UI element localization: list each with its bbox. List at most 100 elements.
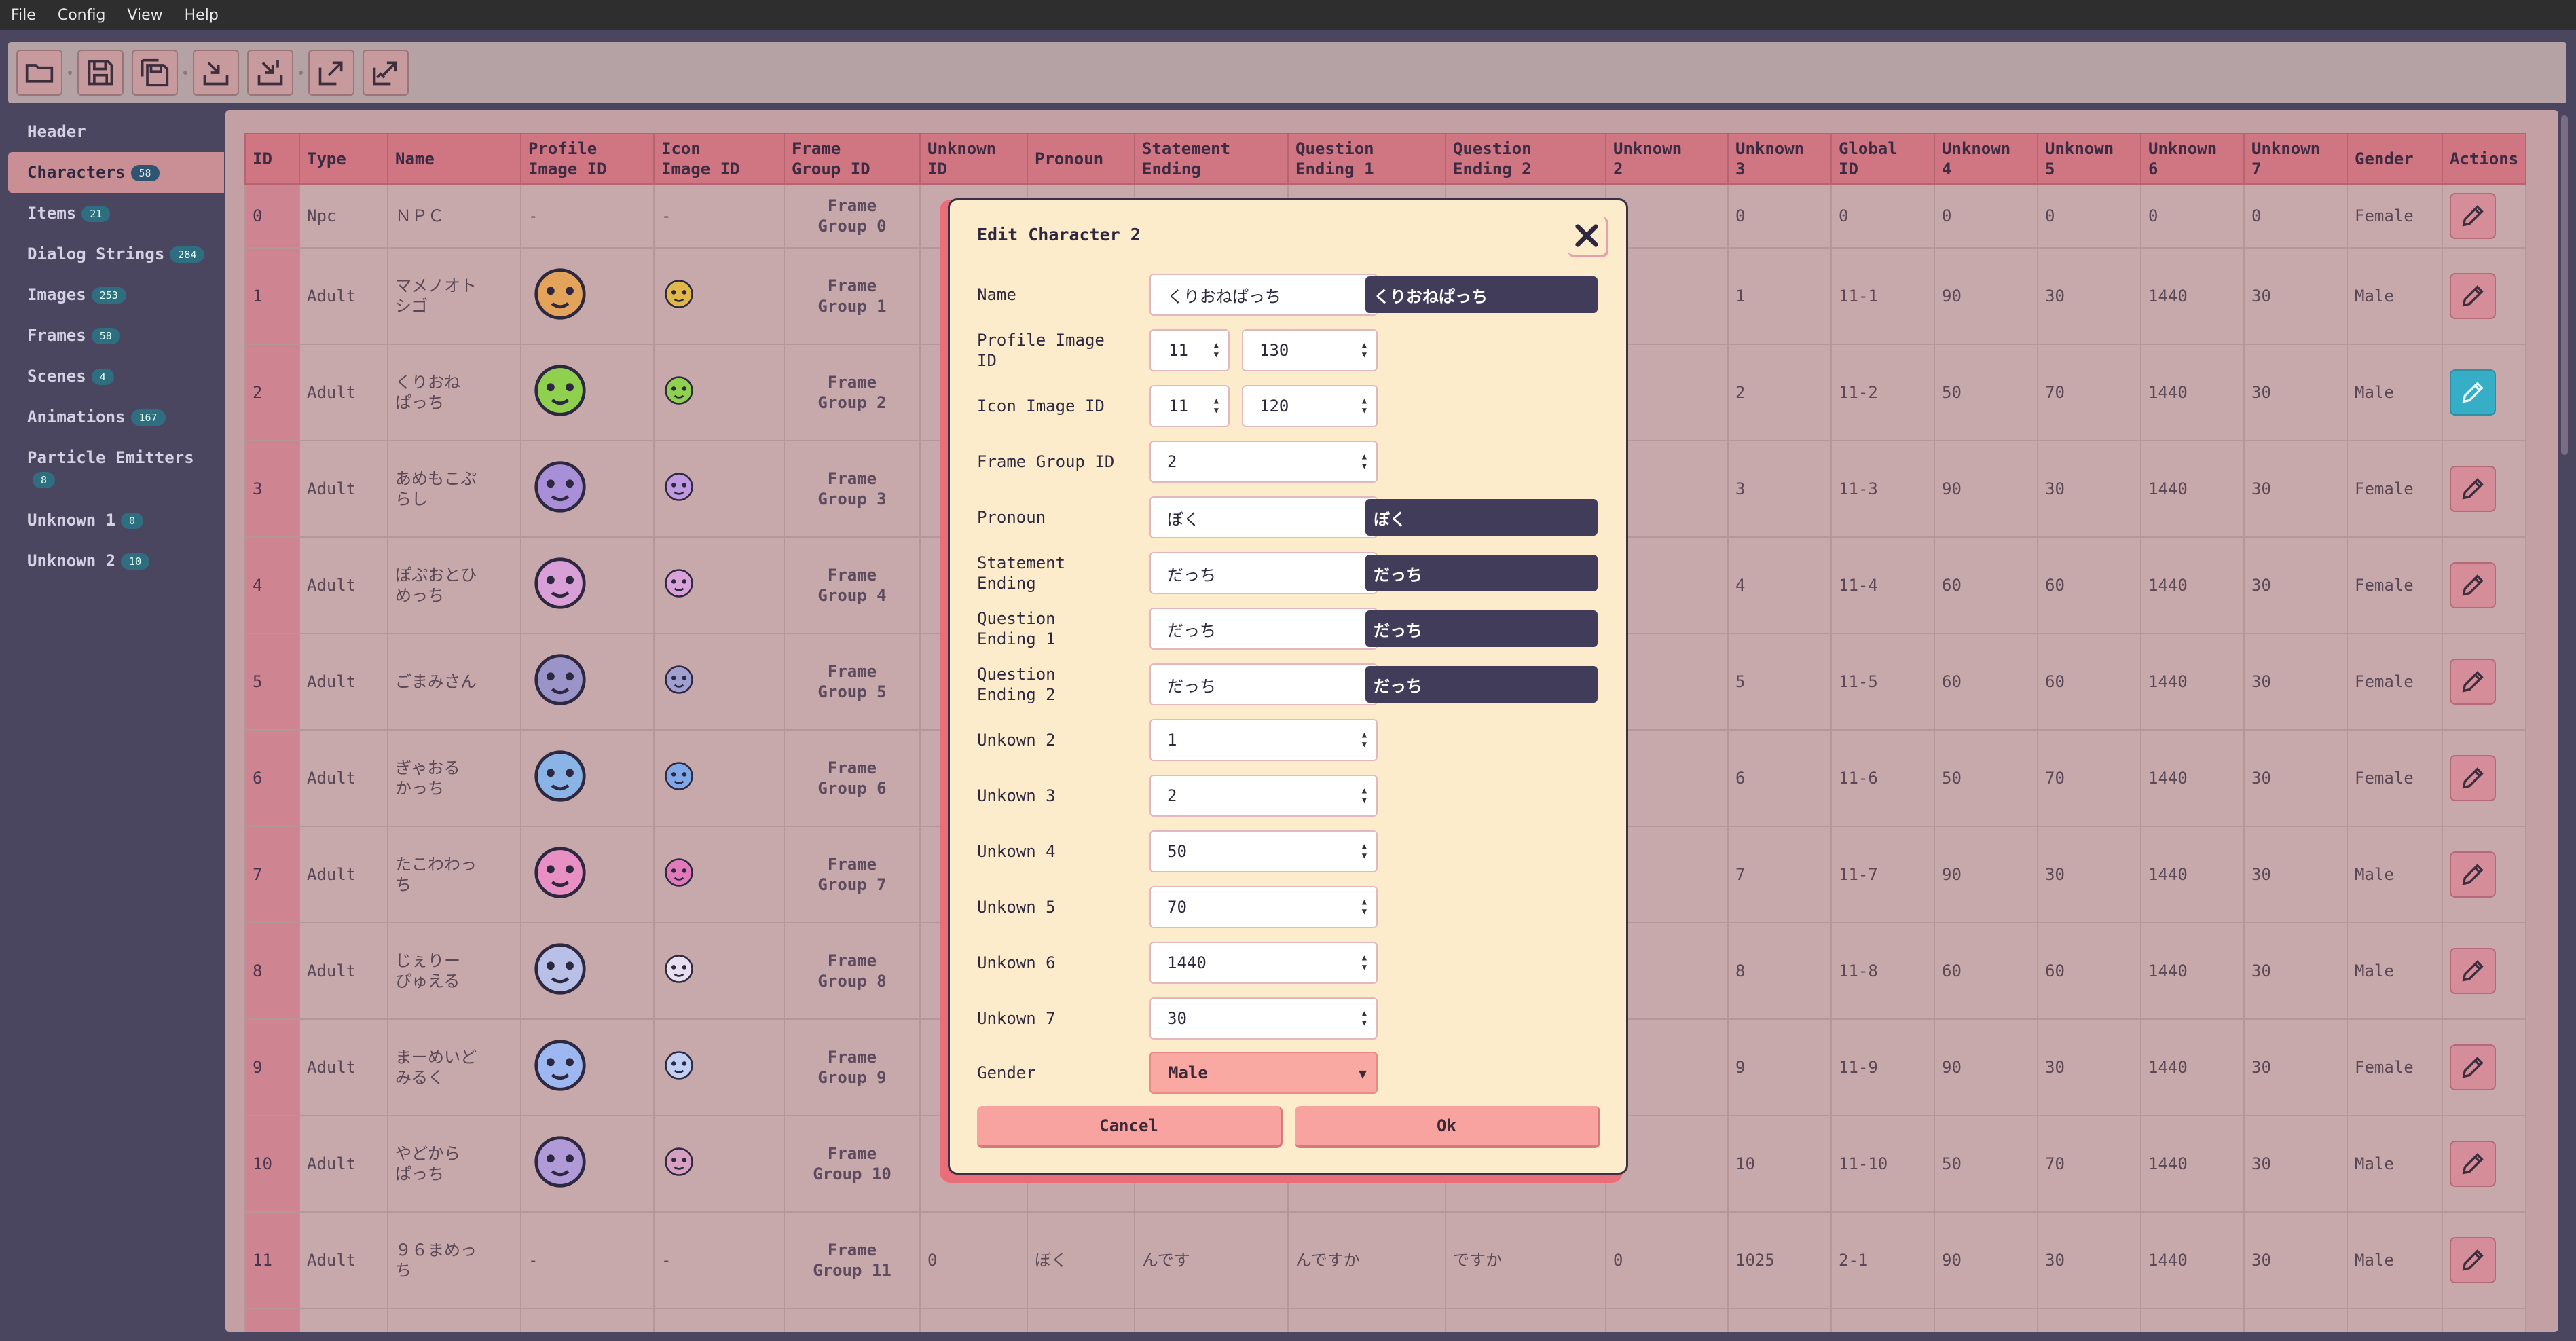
column-header: Unknown 5 — [2037, 133, 2141, 185]
unknown-7-label: Unkown 7 — [977, 1009, 1056, 1028]
unknown-7-stepper[interactable]: 30 ▲ ▼ — [1149, 997, 1378, 1040]
save-as-button[interactable] — [132, 50, 178, 96]
table-cell-profile: - — [520, 1211, 655, 1309]
menu-config[interactable]: Config — [47, 7, 117, 24]
edit-button[interactable] — [2450, 851, 2496, 898]
table-cell-u6: 1440 — [2140, 826, 2245, 923]
edit-button[interactable] — [2450, 562, 2496, 608]
sidebar-item-header[interactable]: Header — [8, 111, 224, 152]
edit-button[interactable] — [2450, 948, 2496, 994]
close-button[interactable] — [1568, 217, 1608, 257]
table-cell-fg: Frame Group 0 — [784, 183, 921, 249]
name-input[interactable]: くりおねぱっち — [1149, 274, 1378, 316]
edit-button[interactable] — [2450, 659, 2496, 705]
edit-button[interactable] — [2450, 466, 2496, 512]
edit-button[interactable] — [2450, 1044, 2496, 1090]
menu-file[interactable]: File — [0, 7, 47, 24]
frame-group-stepper[interactable]: 2 ▲ ▼ — [1149, 441, 1378, 483]
sidebar-item-unknown-1[interactable]: Unknown 1 0 — [8, 500, 224, 540]
spin-arrows-icon[interactable]: ▲ ▼ — [1362, 452, 1367, 471]
unknown-4-stepper[interactable]: 50 ▲ ▼ — [1149, 830, 1378, 872]
sidebar-item-characters[interactable]: Characters 58 — [8, 152, 224, 193]
edit-button[interactable] — [2450, 1141, 2496, 1187]
table-cell-u7: 0 — [2243, 183, 2348, 249]
unknown-4-row: Unkown 4 50 ▲ ▼ — [977, 830, 1608, 872]
unknown-3-row: Unkown 3 2 ▲ ▼ — [977, 775, 1608, 817]
table-cell-u2: 0 — [1605, 1211, 1729, 1309]
sidebar-item-dialog-strings[interactable]: Dialog Strings 284 — [8, 234, 224, 274]
profile-image-index-stepper[interactable]: 130 ▲ ▼ — [1242, 329, 1378, 371]
table-cell-gid: 11-10 — [1830, 1115, 1935, 1213]
edit-button[interactable] — [2450, 1237, 2496, 1283]
spin-arrows-icon[interactable]: ▲ ▼ — [1214, 340, 1219, 359]
pronoun-input[interactable]: ぼく — [1149, 496, 1378, 538]
edit-character-dialog: Edit Character 2 Name くりおねぱっち くりおねぱっち Pr… — [948, 198, 1628, 1175]
spin-arrows-icon[interactable]: ▲ ▼ — [1362, 730, 1367, 749]
character-sprite-icon — [528, 653, 592, 716]
statement-ending-input[interactable]: だっち — [1149, 552, 1378, 594]
question-ending-2-input[interactable]: だっち — [1149, 663, 1378, 705]
column-header: Global ID — [1830, 133, 1935, 185]
spin-arrows-icon[interactable]: ▲ ▼ — [1362, 396, 1367, 415]
table-cell-u3: 0 — [1727, 183, 1832, 249]
menu-view[interactable]: View — [116, 7, 173, 24]
table-cell-fg: Frame Group 1 — [784, 247, 921, 345]
edit-button[interactable] — [2450, 755, 2496, 801]
table-cell-gender: Male — [2347, 1115, 2443, 1213]
table-cell-id: 1 — [244, 247, 300, 345]
icon-image-bank-stepper[interactable]: 11 ▲ ▼ — [1149, 385, 1230, 427]
vertical-scrollbar[interactable] — [2561, 115, 2568, 455]
spin-arrows-icon[interactable]: ▲ ▼ — [1362, 841, 1367, 860]
unknown-3-stepper[interactable]: 2 ▲ ▼ — [1149, 775, 1378, 817]
actions-cell — [2441, 729, 2527, 827]
cancel-button[interactable]: Cancel — [977, 1106, 1283, 1148]
ok-button[interactable]: Ok — [1295, 1106, 1600, 1148]
sidebar-item-items[interactable]: Items 21 — [8, 193, 224, 234]
import-image-button[interactable] — [247, 50, 293, 96]
sidebar-item-images[interactable]: Images 253 — [8, 274, 224, 315]
edit-button[interactable] — [2450, 273, 2496, 319]
icon-image-row: Icon Image ID 11 ▲ ▼ 120 ▲ ▼ — [977, 385, 1608, 427]
icon-image-index-stepper[interactable]: 120 ▲ ▼ — [1242, 385, 1378, 427]
edit-button[interactable] — [2450, 369, 2496, 416]
sidebar-item-animations[interactable]: Animations 167 — [8, 397, 224, 437]
spin-arrows-icon[interactable]: ▲ ▼ — [1362, 953, 1367, 972]
table-cell-gender: Female — [2347, 536, 2443, 634]
table-cell-u6: 1440 — [2140, 729, 2245, 827]
spin-arrows-icon[interactable]: ▲ ▼ — [1214, 396, 1219, 415]
spin-arrows-icon[interactable]: ▲ ▼ — [1362, 786, 1367, 805]
table-cell-type: Adult — [299, 1308, 388, 1332]
table-cell-gid: 11-2 — [1830, 344, 1935, 441]
actions-cell — [2441, 344, 2527, 441]
spin-arrows-icon[interactable]: ▲ ▼ — [1362, 340, 1367, 359]
export-image-button[interactable] — [363, 50, 409, 96]
sidebar-item-unknown-2[interactable]: Unknown 2 10 — [8, 540, 224, 581]
unknown-5-stepper[interactable]: 70 ▲ ▼ — [1149, 886, 1378, 928]
sidebar-item-particle-emitters[interactable]: Particle Emitters 8 — [8, 437, 224, 500]
table-cell-u4: 50 — [1934, 1115, 2038, 1213]
edit-button[interactable] — [2450, 193, 2496, 239]
spin-arrows-icon[interactable]: ▲ ▼ — [1362, 1008, 1367, 1027]
question-ending-1-input[interactable]: だっち — [1149, 608, 1378, 650]
sidebar-item-frames[interactable]: Frames 58 — [8, 315, 224, 356]
menu-help[interactable]: Help — [174, 7, 229, 24]
unknown-3-value: 2 — [1167, 786, 1177, 805]
save-button[interactable] — [77, 50, 124, 96]
unknown-6-stepper[interactable]: 1440 ▲ ▼ — [1149, 942, 1378, 984]
table-cell-u6: 1440 — [2140, 633, 2245, 731]
spin-arrows-icon[interactable]: ▲ ▼ — [1362, 897, 1367, 916]
export-button[interactable] — [308, 50, 354, 96]
gender-select[interactable]: Male ▼ — [1149, 1052, 1378, 1094]
import-button[interactable] — [193, 50, 239, 96]
profile-image-bank-stepper[interactable]: 11 ▲ ▼ — [1149, 329, 1230, 371]
table-cell-u6: 1440 — [2140, 1308, 2245, 1332]
table-cell-u6: 1440 — [2140, 536, 2245, 634]
table-cell-q1: んですか — [1287, 1211, 1446, 1309]
table-cell-gid: 11-4 — [1830, 536, 1935, 634]
column-header: Type — [299, 133, 388, 185]
open-folder-button[interactable] — [16, 50, 62, 96]
table-cell-u7: 30 — [2243, 1211, 2348, 1309]
sidebar-item-scenes[interactable]: Scenes 4 — [8, 356, 224, 397]
unknown-2-stepper[interactable]: 1 ▲ ▼ — [1149, 719, 1378, 761]
table-cell-u3: 1025 — [1727, 1211, 1832, 1309]
